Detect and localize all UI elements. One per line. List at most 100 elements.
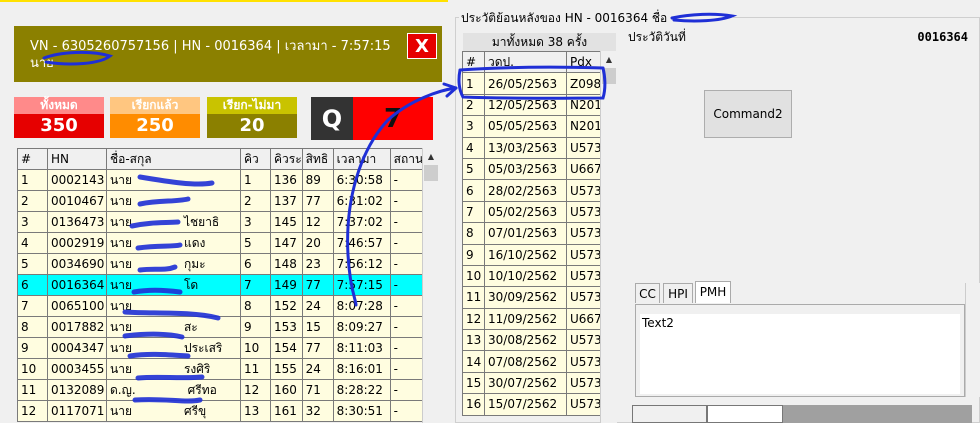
hist-date-cell[interactable]: 16/10/2562 [484,243,567,266]
col-queue-ref-cell[interactable]: 147 [270,232,303,254]
tab-hpi[interactable]: HPI [663,283,693,303]
col-name-cell[interactable]: นาย [106,169,241,191]
col-queue-cell[interactable]: 9 [240,316,271,338]
col-queue-header[interactable]: คิว [240,148,271,170]
queue-table-row[interactable]: 2 0010467 นาย 2 137 77 6:31:02- [17,190,425,212]
hist-pdx-cell[interactable]: N201 [566,93,603,117]
col-status-cell[interactable]: - [389,274,425,296]
right-scrollbar[interactable] [965,283,980,397]
hist-pdx-cell[interactable]: U573 [566,350,603,373]
col-queue-ref-cell[interactable]: 153 [270,316,303,338]
col-hn-cell[interactable]: 0002919 [47,232,107,254]
col-arrival-cell[interactable]: 7:57:15 [332,274,391,296]
col-right-cell[interactable]: 12 [301,211,334,233]
hist-index-cell[interactable]: 14 [462,350,485,373]
col-status-cell[interactable]: - [389,379,425,401]
col-arrival-cell[interactable]: 8:09:27 [332,316,391,338]
col-right-cell[interactable]: 89 [301,169,334,191]
col-status-cell[interactable]: - [389,295,425,317]
tab-cc[interactable]: CC [635,283,660,303]
col-queue-cell[interactable]: 10 [240,337,271,359]
col-status-cell[interactable]: - [389,358,425,380]
hist-date-cell[interactable]: 05/05/2563 [484,115,567,138]
col-queue-ref-cell[interactable]: 155 [270,358,303,380]
col-hn-cell[interactable]: 0002143 [47,169,107,191]
col-queue-cell[interactable]: 6 [240,253,271,275]
col-hn-cell[interactable]: 0136473 [47,211,107,233]
queue-table-row[interactable]: 3 0136473 นาย ไชยาธิ 3 145 12 7:37:02- [17,211,425,233]
history-table-row[interactable]: 12 11/09/2562 U667 [462,307,603,331]
col-right-cell[interactable]: 77 [301,190,334,212]
col-name-header[interactable]: ชื่อ-สกุล [106,148,241,170]
hist-date-cell[interactable]: 26/05/2563 [484,72,567,95]
col-arrival-cell[interactable]: 7:37:02 [332,211,391,233]
col-name-cell[interactable]: นาย ศรีขุ [106,400,241,422]
queue-table-row[interactable]: 5 0034690 นาย กุมะ 6 148 23 7:56:12- [17,253,425,275]
col-arrival-cell[interactable]: 8:16:01 [332,358,391,380]
history-table-row[interactable]: 4 13/03/2563 U573 [462,136,603,159]
scroll-thumb[interactable] [602,68,616,84]
history-table-row[interactable]: 15 30/07/2562 U573 [462,371,603,395]
col-right-cell[interactable]: 20 [301,232,334,254]
hist-pdx-cell[interactable]: U573 [566,264,603,288]
col-status-cell[interactable]: - [389,232,425,254]
col-arrival-cell[interactable]: 8:28:22 [332,379,391,401]
hist-date-cell[interactable]: 28/02/2563 [484,179,567,202]
col-name-cell[interactable]: นาย [106,190,241,212]
col-arrival-header[interactable]: เวลามา [332,148,391,170]
queue-table-row[interactable]: 11 0132089 ด.ญ. ศรีทอ 12 160 71 8:28:22- [17,379,425,401]
queue-table-row[interactable]: 4 0002919 นาย แดง 5 147 20 7:46:57- [17,232,425,254]
col-queue-ref-cell[interactable]: 152 [270,295,303,317]
col-queue-ref-cell[interactable]: 148 [270,253,303,275]
hist-pdx-cell[interactable]: U573 [566,136,603,159]
col-arrival-cell[interactable]: 8:07:28 [332,295,391,317]
col-queue-cell[interactable]: 8 [240,295,271,317]
history-table-row[interactable]: 7 05/02/2563 U573 [462,200,603,224]
hist-date-cell[interactable]: 13/03/2563 [484,136,567,159]
hist-pdx-cell[interactable]: U573 [566,200,603,224]
col-queue-cell[interactable]: 1 [240,169,271,191]
col-queue-cell[interactable]: 12 [240,379,271,401]
col-status-cell[interactable]: - [389,190,425,212]
history-table-row[interactable]: 13 30/08/2562 U573 [462,329,603,352]
col-right-cell[interactable]: 24 [301,358,334,380]
col-name-cell[interactable]: ด.ญ. ศรีทอ [106,379,241,401]
hist-pdx-cell[interactable]: U667 [566,157,603,181]
hist-date-cell[interactable]: 10/10/2562 [484,264,567,288]
hist-index-cell[interactable]: 3 [462,115,485,138]
hist-pdx-cell[interactable]: U573 [566,329,603,352]
col-arrival-cell[interactable]: 8:30:51 [332,400,391,422]
hist-index-cell[interactable]: 10 [462,264,485,288]
history-table-scrollbar[interactable]: ▲ [600,51,617,423]
col-index-cell[interactable]: 3 [17,211,48,233]
col-index-cell[interactable]: 6 [17,274,48,296]
col-name-cell[interactable]: นาย ไชยาธิ [106,211,241,233]
col-right-cell[interactable]: 77 [301,337,334,359]
hist-index-cell[interactable]: 16 [462,393,485,416]
hist-date-cell[interactable]: 07/01/2563 [484,222,567,245]
hist-index-cell[interactable]: 8 [462,222,485,245]
col-right-cell[interactable]: 71 [301,379,334,401]
col-index-cell[interactable]: 7 [17,295,48,317]
history-table-row[interactable]: 9 16/10/2562 U573 [462,243,603,266]
col-queue-cell[interactable]: 7 [240,274,271,296]
col-index-cell[interactable]: 1 [17,169,48,191]
hist-pdx-cell[interactable]: U667 [566,307,603,331]
queue-table-row[interactable]: 10 0003455 นาย รงศิริ 11 155 24 8:16:01- [17,358,425,380]
queue-table-row[interactable]: 6 0016364 นาย โด 7 149 77 7:57:15- [17,274,425,296]
history-table-row[interactable]: 5 05/03/2563 U667 [462,157,603,181]
hist-date-cell[interactable]: 12/05/2563 [484,93,567,117]
hist-date-cell[interactable]: 07/08/2562 [484,350,567,373]
col-right-cell[interactable]: 24 [301,295,334,317]
col-name-cell[interactable]: นาย [106,295,241,317]
col-index-header[interactable]: # [17,148,48,170]
history-table-row[interactable]: 6 28/02/2563 U573 [462,179,603,202]
hist-date-cell[interactable]: 05/03/2563 [484,157,567,181]
hist-index-cell[interactable]: 1 [462,72,485,95]
col-hn-cell[interactable]: 0016364 [47,274,107,296]
hist-index-cell[interactable]: 6 [462,179,485,202]
close-button[interactable]: X [407,33,437,59]
col-status-cell[interactable]: - [389,337,425,359]
col-name-cell[interactable]: นาย รงศิริ [106,358,241,380]
scroll-thumb[interactable] [424,165,438,181]
